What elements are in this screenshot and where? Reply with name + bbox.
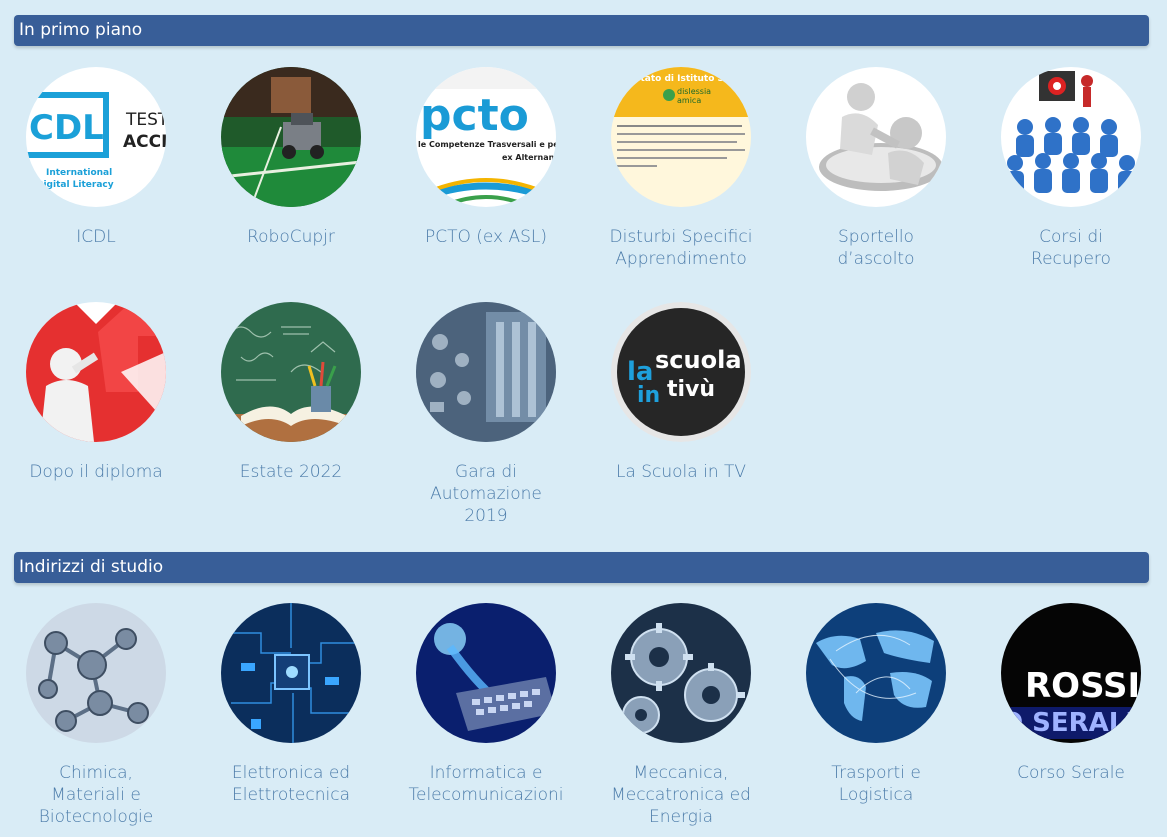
pcto-thumbnail: pcto le Competenze Trasversali e per ex … [416, 67, 556, 207]
corsi-recupero-thumbnail [1001, 67, 1141, 207]
section-header-in-primo-piano: In primo piano [14, 15, 1149, 46]
tile-corso-serale[interactable]: ROSSI O SERALE Corso Serale [985, 603, 1157, 784]
tile-label: ICDL [76, 227, 116, 247]
estate-thumbnail [221, 302, 361, 442]
tile-label: Elettronica ed Elettrotecnica [231, 763, 351, 805]
section-title: Indirizzi di studio [19, 557, 164, 577]
tile-label: Meccanica, Meccatronica ed Energia [611, 763, 751, 827]
tile-label: Informatica e Telecomunicazioni [408, 763, 564, 805]
svg-text:scuola: scuola [655, 346, 742, 374]
robocupjr-thumbnail [221, 67, 361, 207]
icdl-thumbnail: CDL TEST ACCI International Digital Lite… [26, 67, 166, 207]
corso-serale-thumbnail: ROSSI O SERALE [1001, 603, 1141, 743]
svg-text:le Competenze Trasversali e pe: le Competenze Trasversali e per [418, 140, 556, 149]
tile-dopo-diploma[interactable]: Dopo il diploma [10, 302, 182, 483]
tile-informatica[interactable]: Informatica e Telecomunicazioni [400, 603, 572, 806]
tile-label: Dopo il diploma [29, 462, 163, 482]
dislessia-thumbnail: estato di Istituto Scol dislessia amica [611, 67, 751, 207]
svg-text:CDL: CDL [29, 108, 104, 148]
tile-trasporti[interactable]: Trasporti e Logistica [790, 603, 962, 806]
dopo-diploma-thumbnail [26, 302, 166, 442]
tile-label: Disturbi Specifici Apprendimento [609, 227, 753, 269]
svg-text:ROSSI: ROSSI [1025, 666, 1140, 706]
elettronica-thumbnail [221, 603, 361, 743]
svg-text:ex Alternanz: ex Alternanz [502, 153, 556, 162]
tile-elettronica[interactable]: Elettronica ed Elettrotecnica [205, 603, 377, 806]
tile-disturbi-specifici[interactable]: estato di Istituto Scol dislessia amica … [595, 67, 767, 270]
svg-text:TEST: TEST [125, 110, 166, 130]
svg-text:dislessia: dislessia [677, 87, 711, 96]
sportello-thumbnail [806, 67, 946, 207]
scuola-in-tv-thumbnail: la scuola in tivù [611, 302, 751, 442]
meccanica-thumbnail [611, 603, 751, 743]
section-header-indirizzi-di-studio: Indirizzi di studio [14, 552, 1149, 583]
svg-text:pcto: pcto [420, 90, 529, 141]
tile-label: Gara di Automazione 2019 [430, 462, 542, 526]
svg-text:estato di Istituto Scol: estato di Istituto Scol [629, 74, 739, 84]
tile-label: Estate 2022 [239, 462, 343, 482]
trasporti-thumbnail [806, 603, 946, 743]
tile-label: RoboCupjr [247, 227, 335, 247]
tile-label: Corso Serale [1017, 763, 1125, 783]
svg-text:ACCI: ACCI [123, 132, 166, 152]
tile-meccanica[interactable]: Meccanica, Meccatronica ed Energia [595, 603, 767, 828]
tile-estate-2022[interactable]: Estate 2022 [205, 302, 377, 483]
tile-label: La Scuola in TV [615, 462, 747, 482]
tile-label: Corsi di Recupero [1031, 227, 1111, 269]
tile-label: Trasporti e Logistica [831, 763, 921, 805]
tile-corsi-recupero[interactable]: Corsi di Recupero [985, 67, 1157, 270]
chimica-thumbnail [26, 603, 166, 743]
tile-pcto[interactable]: pcto le Competenze Trasversali e per ex … [400, 67, 572, 248]
informatica-thumbnail [416, 603, 556, 743]
tile-chimica[interactable]: Chimica, Materiali e Biotecnologie [10, 603, 182, 828]
svg-text:in: in [637, 383, 660, 408]
svg-text:Digital Literacy: Digital Literacy [36, 180, 114, 190]
tile-robocupjr[interactable]: RoboCupjr [205, 67, 377, 248]
tile-label: Chimica, Materiali e Biotecnologie [38, 763, 154, 827]
gara-automazione-thumbnail [416, 302, 556, 442]
tile-gara-automazione[interactable]: Gara di Automazione 2019 [400, 302, 572, 527]
tile-sportello-ascolto[interactable]: Sportello d’ascolto [790, 67, 962, 270]
svg-text:International: International [46, 168, 112, 178]
svg-text:amica: amica [677, 96, 701, 105]
section-title: In primo piano [19, 20, 143, 40]
tile-scuola-in-tv[interactable]: la scuola in tivù La Scuola in TV [595, 302, 767, 483]
tile-label: PCTO (ex ASL) [424, 227, 548, 247]
tile-label: Sportello d’ascolto [837, 227, 915, 269]
svg-text:O SERALE: O SERALE [1001, 708, 1141, 738]
svg-text:tivù: tivù [667, 377, 715, 402]
tile-icdl[interactable]: CDL TEST ACCI International Digital Lite… [10, 67, 182, 248]
